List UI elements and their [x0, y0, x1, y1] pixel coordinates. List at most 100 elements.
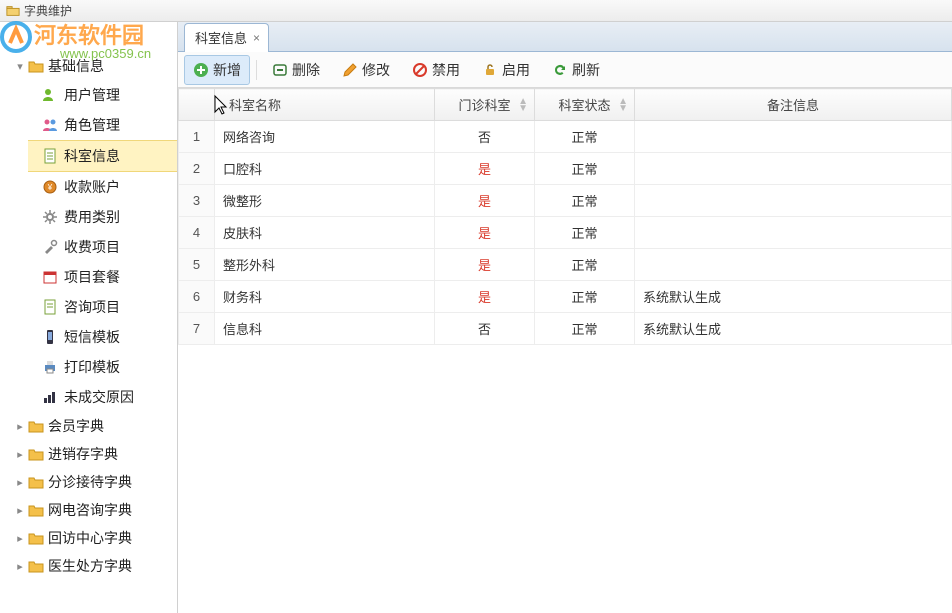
cell-status: 正常	[535, 249, 635, 281]
table-row[interactable]: 1网络咨询否正常	[179, 121, 952, 153]
cell-outpatient: 是	[435, 249, 535, 281]
tree-leaf-0[interactable]: 用户管理	[28, 80, 177, 110]
table-row[interactable]: 2口腔科是正常	[179, 153, 952, 185]
toolbar: 新增 删除 修改 禁用 启用 刷新	[178, 52, 952, 88]
add-button[interactable]: 新增	[184, 55, 250, 85]
cell-remark	[635, 153, 952, 185]
cell-name: 网络咨询	[215, 121, 435, 153]
data-grid[interactable]: 科室名称 门诊科室▲▼ 科室状态▲▼ 备注信息 1网络咨询否正常2口腔科是正常3…	[178, 88, 952, 613]
toolbar-separator	[256, 60, 257, 80]
folder-icon	[28, 531, 44, 545]
folder-icon	[28, 559, 44, 573]
col-outpatient[interactable]: 门诊科室▲▼	[435, 89, 535, 121]
expand-icon[interactable]	[14, 420, 26, 433]
cell-outpatient: 是	[435, 281, 535, 313]
cell-remark	[635, 249, 952, 281]
tree-leaf-6[interactable]: 项目套餐	[28, 262, 177, 292]
expand-icon[interactable]	[14, 448, 26, 461]
expand-icon[interactable]	[14, 560, 26, 573]
tab-label: 科室信息	[195, 28, 247, 47]
plus-circle-icon	[193, 62, 209, 78]
tree-leaf-3[interactable]: ¥ 收款账户	[28, 172, 177, 202]
cell-index: 4	[179, 217, 215, 249]
cell-status: 正常	[535, 153, 635, 185]
disable-button[interactable]: 禁用	[403, 55, 469, 85]
tree-group-label: 回访中心字典	[48, 528, 132, 548]
doc-icon	[42, 148, 58, 164]
expand-icon[interactable]	[14, 60, 26, 73]
phone-icon	[42, 329, 58, 345]
expand-icon[interactable]	[14, 476, 26, 489]
tree-group-label: 会员字典	[48, 416, 104, 436]
expand-icon[interactable]	[14, 504, 26, 517]
tree-group-5[interactable]: 回访中心字典	[0, 524, 177, 552]
delete-button[interactable]: 删除	[263, 55, 329, 85]
col-index[interactable]	[179, 89, 215, 121]
cell-index: 2	[179, 153, 215, 185]
close-icon[interactable]: ×	[253, 31, 260, 45]
refresh-icon	[552, 62, 568, 78]
sort-icon[interactable]: ▲▼	[618, 98, 628, 112]
cell-name: 财务科	[215, 281, 435, 313]
cell-outpatient: 是	[435, 185, 535, 217]
tree-group-label: 基础信息	[48, 56, 104, 76]
edit-button[interactable]: 修改	[333, 55, 399, 85]
cell-outpatient: 是	[435, 153, 535, 185]
cell-index: 3	[179, 185, 215, 217]
expand-icon[interactable]	[14, 532, 26, 545]
col-name[interactable]: 科室名称	[215, 89, 435, 121]
tree-group-4[interactable]: 网电咨询字典	[0, 496, 177, 524]
tree-group-2[interactable]: 进销存字典	[0, 440, 177, 468]
table-row[interactable]: 7信息科否正常系统默认生成	[179, 313, 952, 345]
tree-leaf-label: 收款账户	[64, 177, 120, 197]
gear-icon	[42, 209, 58, 225]
roles-icon	[42, 117, 58, 133]
users-icon	[42, 87, 58, 103]
enable-button[interactable]: 启用	[473, 55, 539, 85]
tree-group-1[interactable]: 会员字典	[0, 412, 177, 440]
tree-leaf-9[interactable]: 打印模板	[28, 352, 177, 382]
cell-outpatient: 否	[435, 121, 535, 153]
cell-name: 整形外科	[215, 249, 435, 281]
pencil-icon	[342, 62, 358, 78]
sort-icon[interactable]: ▲▼	[518, 98, 528, 112]
cell-outpatient: 否	[435, 313, 535, 345]
unlock-icon	[482, 62, 498, 78]
refresh-button[interactable]: 刷新	[543, 55, 609, 85]
tree-group-6[interactable]: 医生处方字典	[0, 552, 177, 580]
tree-group-label: 分诊接待字典	[48, 472, 132, 492]
tree-leaf-label: 科室信息	[64, 146, 120, 166]
col-status[interactable]: 科室状态▲▼	[535, 89, 635, 121]
cell-name: 信息科	[215, 313, 435, 345]
tree-leaf-label: 未成交原因	[64, 387, 134, 407]
tree-leaf-10[interactable]: 未成交原因	[28, 382, 177, 412]
table-row[interactable]: 3微整形是正常	[179, 185, 952, 217]
tools-icon	[42, 239, 58, 255]
table-row[interactable]: 4皮肤科是正常	[179, 217, 952, 249]
tree-leaf-4[interactable]: 费用类别	[28, 202, 177, 232]
tab-department-info[interactable]: 科室信息 ×	[184, 23, 269, 52]
tree-leaf-8[interactable]: 短信模板	[28, 322, 177, 352]
tree-group-0[interactable]: 基础信息	[0, 52, 177, 80]
cell-status: 正常	[535, 217, 635, 249]
tree-group-label: 进销存字典	[48, 444, 118, 464]
tree-leaf-7[interactable]: 咨询项目	[28, 292, 177, 322]
table-row[interactable]: 6财务科是正常系统默认生成	[179, 281, 952, 313]
tree-group-3[interactable]: 分诊接待字典	[0, 468, 177, 496]
folder-icon	[28, 447, 44, 461]
folder-icon	[28, 59, 44, 73]
cell-index: 7	[179, 313, 215, 345]
table-row[interactable]: 5整形外科是正常	[179, 249, 952, 281]
window-title: 字典维护	[24, 2, 72, 19]
tree-leaf-label: 打印模板	[64, 357, 120, 377]
ban-icon	[412, 62, 428, 78]
tree-leaf-1[interactable]: 角色管理	[28, 110, 177, 140]
cell-status: 正常	[535, 281, 635, 313]
cell-remark	[635, 217, 952, 249]
cell-remark	[635, 121, 952, 153]
tree-leaf-2[interactable]: 科室信息	[28, 140, 177, 172]
col-remark[interactable]: 备注信息	[635, 89, 952, 121]
tree-leaf-5[interactable]: 收费项目	[28, 232, 177, 262]
cell-index: 6	[179, 281, 215, 313]
coin-icon: ¥	[42, 179, 58, 195]
